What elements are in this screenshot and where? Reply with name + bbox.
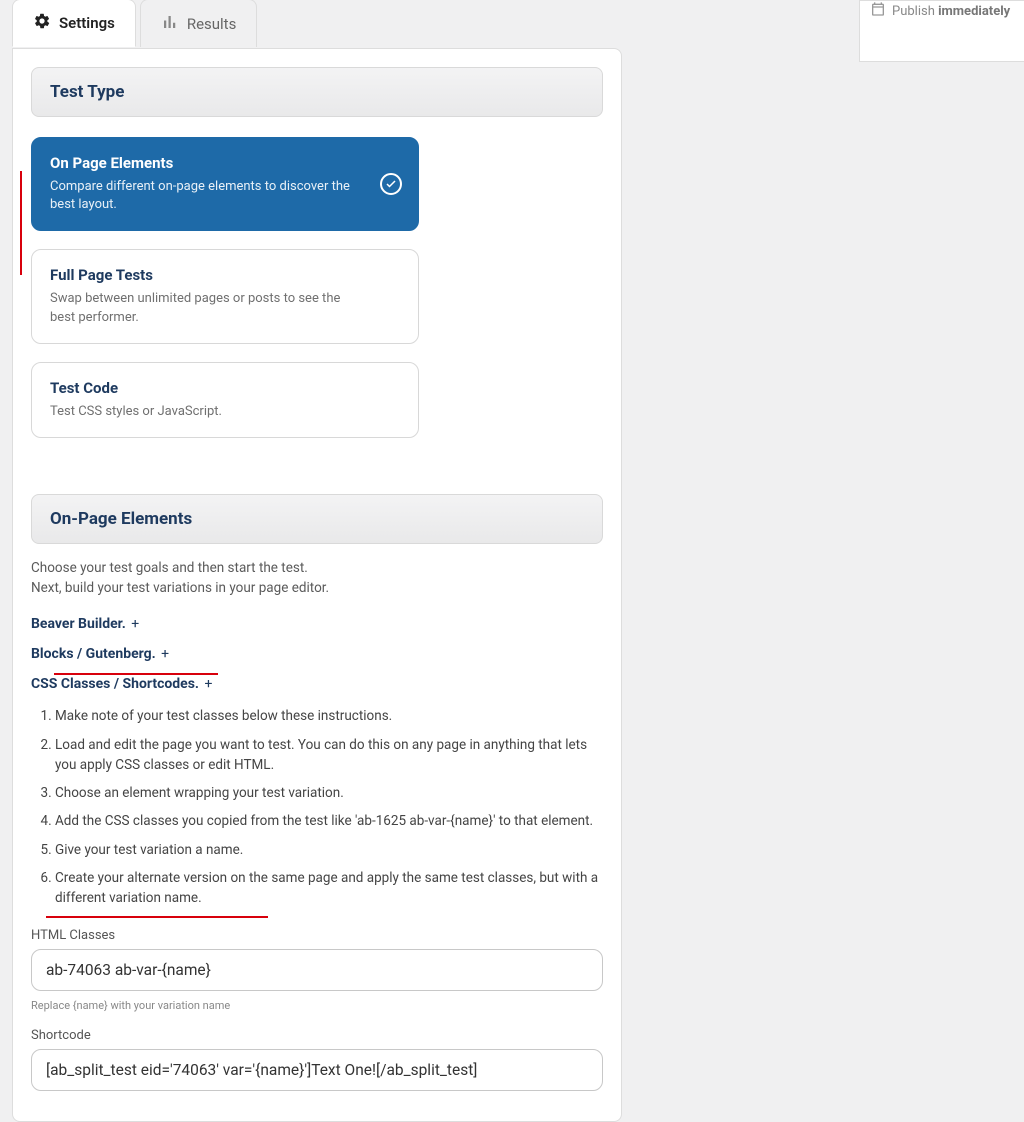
test-type-test-code[interactable]: Test Code Test CSS styles or JavaScript. — [31, 362, 419, 438]
on-page-content: Choose your test goals and then start th… — [13, 544, 621, 1122]
plus-icon: + — [204, 676, 212, 692]
list-item: Choose an element wrapping your test var… — [55, 783, 603, 803]
bar-chart-icon — [161, 13, 179, 35]
annotation-red-underline — [46, 916, 268, 918]
plus-icon: + — [161, 646, 169, 662]
checkmark-icon — [380, 173, 402, 195]
test-type-desc: Compare different on-page elements to di… — [50, 178, 350, 214]
shortcode-input[interactable] — [31, 1049, 603, 1091]
list-item: Load and edit the page you want to test.… — [55, 735, 603, 776]
plus-icon: + — [131, 616, 139, 632]
shortcode-label: Shortcode — [31, 1028, 603, 1043]
test-type-desc: Swap between unlimited pages or posts to… — [50, 290, 350, 326]
intro-text: Choose your test goals and then start th… — [31, 558, 603, 599]
list-item: Make note of your test classes below the… — [55, 706, 603, 726]
annotation-red-underline — [54, 673, 218, 675]
test-type-title: Test Code — [50, 379, 400, 397]
list-item: Add the CSS classes you copied from the … — [55, 811, 603, 831]
tab-settings[interactable]: Settings — [12, 0, 136, 47]
html-classes-input[interactable] — [31, 949, 603, 991]
builder-gutenberg[interactable]: Blocks / Gutenberg. + — [31, 646, 603, 662]
steps-list: Make note of your test classes below the… — [31, 706, 603, 908]
tab-settings-label: Settings — [59, 14, 115, 32]
tab-results-label: Results — [187, 15, 237, 33]
test-type-on-page-elements[interactable]: On Page Elements Compare different on-pa… — [31, 137, 419, 231]
list-item: Create your alternate version on the sam… — [55, 868, 603, 909]
builder-beaver[interactable]: Beaver Builder. + — [31, 616, 603, 632]
html-classes-label: HTML Classes — [31, 928, 603, 943]
test-type-desc: Test CSS styles or JavaScript. — [50, 403, 350, 421]
list-item: Give your test variation a name. — [55, 840, 603, 860]
html-classes-hint: Replace {name} with your variation name — [31, 999, 603, 1012]
test-type-title: On Page Elements — [50, 154, 400, 172]
tabs-bar: Settings Results — [12, 0, 1024, 47]
test-type-title: Full Page Tests — [50, 266, 400, 284]
builder-css-shortcodes[interactable]: CSS Classes / Shortcodes. + — [31, 676, 603, 692]
annotation-red-bar — [20, 171, 22, 275]
section-header-test-type: Test Type — [31, 67, 603, 117]
main-panel: Test Type On Page Elements Compare diffe… — [12, 48, 622, 1122]
tab-results[interactable]: Results — [140, 0, 258, 47]
test-type-full-page-tests[interactable]: Full Page Tests Swap between unlimited p… — [31, 249, 419, 343]
section-header-on-page-elements: On-Page Elements — [31, 494, 603, 544]
test-type-list: On Page Elements Compare different on-pa… — [13, 117, 621, 476]
gear-icon — [33, 12, 51, 34]
